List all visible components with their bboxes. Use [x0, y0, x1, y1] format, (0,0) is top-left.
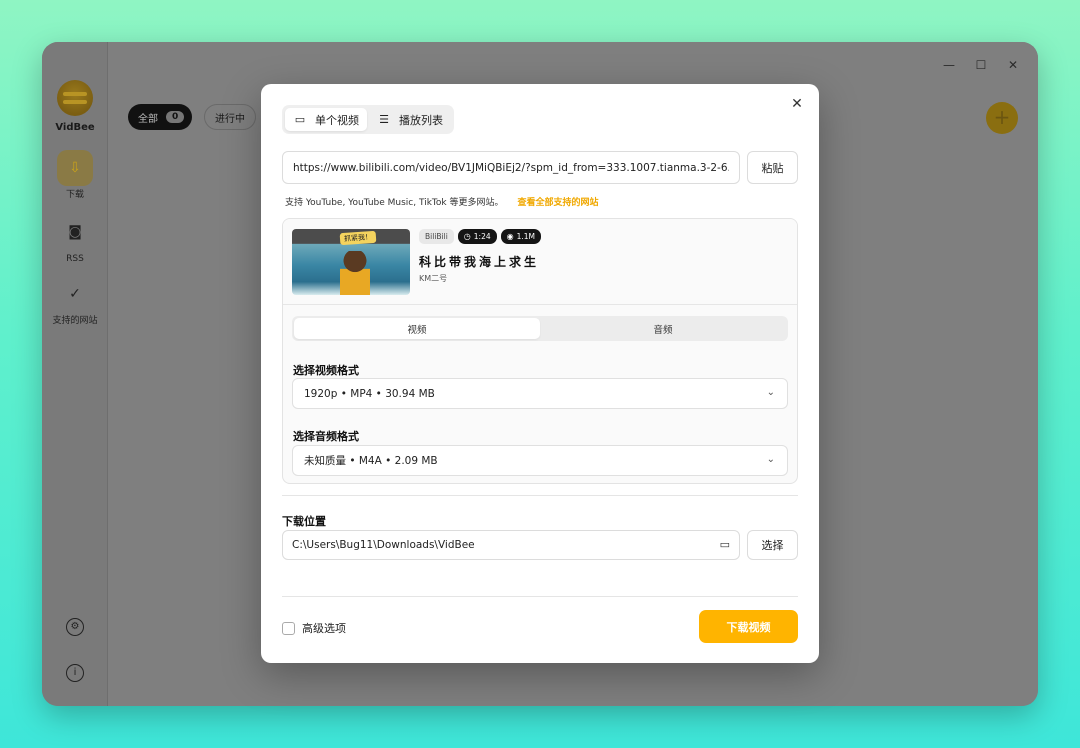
sidebar-item-supported-sites[interactable]: ✓ 支持的网站 [42, 276, 108, 328]
tab-label: 单个视频 [315, 113, 359, 127]
video-format-label: 选择视频格式 [293, 364, 359, 377]
minimize-button[interactable]: — [942, 58, 956, 72]
app-logo-icon [57, 80, 93, 116]
paste-button[interactable]: 粘贴 [747, 151, 798, 184]
check-circle-icon: ✓ [69, 286, 81, 302]
eye-icon: ◉ [506, 232, 514, 241]
tab-label: 播放列表 [399, 113, 443, 127]
thumbnail-figure [340, 251, 370, 295]
sidebar-item-label: 下载 [65, 190, 84, 200]
format-tabs: 视频 音频 [292, 316, 788, 341]
filter-running-label: 进行中 [215, 113, 245, 125]
window-close-button[interactable]: ✕ [1006, 58, 1020, 72]
video-card: 抓紧我！ BiliBili ◷ 1:24 ◉ 1.1M 科比带我海上求生 KM二… [282, 218, 798, 484]
support-row: 支持 YouTube, YouTube Music, TikTok 等更多网站。… [285, 195, 598, 208]
video-camera-icon: ▭ [294, 113, 306, 126]
info-icon[interactable]: i [66, 664, 84, 682]
video-format-value: 1920p • MP4 • 30.94 MB [304, 387, 435, 400]
audio-format-select[interactable]: 未知质量 • M4A • 2.09 MB ⌄ [292, 445, 788, 476]
chevron-down-icon: ⌄ [766, 387, 775, 398]
add-download-dialog: ✕ ▭ 单个视频 ☰ 播放列表 粘贴 支持 YouTube, YouTube M… [261, 84, 819, 663]
divider [282, 596, 798, 597]
choose-folder-button[interactable]: 选择 [747, 530, 798, 560]
mode-tabs: ▭ 单个视频 ☰ 播放列表 [282, 105, 454, 134]
video-thumbnail: 抓紧我！ [292, 229, 410, 295]
sidebar-item-label: 支持的网站 [52, 316, 98, 326]
folder-icon[interactable]: ▭ [720, 538, 730, 551]
location-input[interactable]: C:\Users\Bug11\Downloads\VidBee ▭ [282, 530, 740, 560]
dialog-close-button[interactable]: ✕ [789, 96, 805, 112]
app-name: VidBee [55, 122, 95, 133]
tab-video[interactable]: 视频 [294, 318, 540, 339]
maximize-button[interactable]: ☐ [974, 58, 988, 72]
list-icon: ☰ [379, 113, 389, 126]
video-channel: KM二号 [419, 274, 448, 283]
video-format-select[interactable]: 1920p • MP4 • 30.94 MB ⌄ [292, 378, 788, 409]
audio-format-label: 选择音频格式 [293, 430, 359, 443]
duration-value: 1:24 [473, 232, 491, 241]
sidebar-item-rss[interactable]: ◙ RSS [42, 214, 108, 266]
views-badge: ◉ 1.1M [500, 229, 542, 244]
platform-badge: BiliBili [419, 229, 454, 244]
sidebar: VidBee ⇩ 下载 ◙ RSS ✓ 支持的网站 ⚙ i [42, 42, 108, 706]
advanced-options-label: 高级选项 [302, 622, 346, 635]
advanced-options-checkbox[interactable] [282, 621, 295, 635]
tab-single-video[interactable]: ▭ 单个视频 [285, 108, 367, 131]
video-info: 抓紧我！ BiliBili ◷ 1:24 ◉ 1.1M 科比带我海上求生 KM二… [283, 219, 797, 305]
sidebar-item-download[interactable]: ⇩ 下载 [42, 150, 108, 202]
chevron-down-icon: ⌄ [766, 454, 775, 465]
filter-all-chip[interactable]: 全部 0 [128, 104, 193, 130]
supported-sites-link[interactable]: 查看全部支持的网站 [517, 195, 598, 208]
advanced-options[interactable]: 高级选项 [282, 620, 346, 636]
thumbnail-caption: 抓紧我！ [339, 230, 377, 246]
download-video-button[interactable]: 下载视频 [699, 610, 798, 643]
duration-badge: ◷ 1:24 [457, 229, 497, 244]
location-value: C:\Users\Bug11\Downloads\VidBee [292, 539, 475, 551]
tab-playlist[interactable]: ☰ 播放列表 [369, 108, 451, 131]
video-badges: BiliBili ◷ 1:24 ◉ 1.1M [419, 229, 542, 244]
clock-icon: ◷ [463, 232, 471, 241]
download-icon: ⇩ [57, 150, 93, 186]
add-download-button[interactable]: + [986, 102, 1018, 134]
rss-icon: ◙ [68, 224, 82, 240]
url-input[interactable] [282, 151, 740, 184]
divider [282, 495, 798, 496]
support-text: 支持 YouTube, YouTube Music, TikTok 等更多网站。 [285, 198, 504, 208]
location-label: 下载位置 [282, 515, 326, 528]
filter-running-chip[interactable]: 进行中 [204, 104, 256, 130]
gear-icon[interactable]: ⚙ [66, 618, 84, 636]
views-value: 1.1M [516, 232, 536, 241]
window-controls: — ☐ ✕ [942, 58, 1020, 72]
tab-audio[interactable]: 音频 [540, 318, 786, 339]
filter-all-label: 全部 [138, 113, 158, 125]
video-title: 科比带我海上求生 [419, 255, 540, 269]
audio-format-value: 未知质量 • M4A • 2.09 MB [304, 455, 438, 467]
filter-all-count: 0 [166, 111, 185, 123]
sidebar-item-label: RSS [66, 254, 84, 264]
